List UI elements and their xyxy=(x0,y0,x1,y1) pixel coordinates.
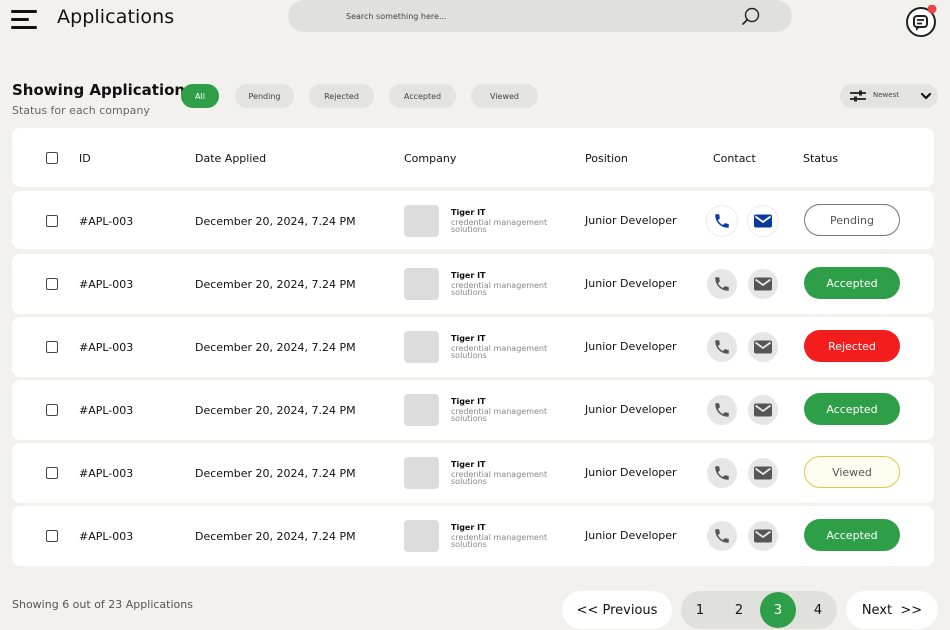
mail-icon[interactable] xyxy=(748,269,778,299)
table-row[interactable]: #APL-003 December 20, 2024, 7.24 PM Tiger … xyxy=(12,317,934,377)
application-id: #APL-003 xyxy=(79,530,134,543)
page-button-2[interactable]: 2 xyxy=(721,592,757,628)
company-description: credential management solutions xyxy=(451,344,548,360)
row-checkbox[interactable] xyxy=(46,341,58,353)
table-row[interactable]: #APL-003 December 20, 2024, 7.24 PM Tiger … xyxy=(12,254,934,314)
company-name: Tiger IT xyxy=(451,334,486,343)
page-button-1[interactable]: 1 xyxy=(682,592,718,628)
phone-icon[interactable] xyxy=(707,521,737,551)
filter-chip-rejected[interactable]: Rejected xyxy=(309,84,374,108)
company-description: credential management solutions xyxy=(451,407,548,423)
company-name: Tiger IT xyxy=(451,271,486,280)
page-button-4[interactable]: 4 xyxy=(800,592,836,628)
filter-chip-all[interactable]: All xyxy=(181,84,219,108)
chat-avatar-icon[interactable] xyxy=(905,5,937,37)
date-applied: December 20, 2024, 7.24 PM xyxy=(195,530,356,543)
company-description: credential management solutions xyxy=(451,533,548,549)
status-badge[interactable]: Rejected xyxy=(804,330,900,362)
menu-icon[interactable] xyxy=(11,9,37,29)
company-name: Tiger IT xyxy=(451,208,486,217)
company-logo xyxy=(404,394,439,426)
date-applied: December 20, 2024, 7.24 PM xyxy=(195,341,356,354)
filter-chip-viewed[interactable]: Viewed xyxy=(471,84,538,108)
mail-icon[interactable] xyxy=(748,206,778,236)
company-logo xyxy=(404,457,439,489)
phone-icon[interactable] xyxy=(707,206,737,236)
company-name: Tiger IT xyxy=(451,523,486,532)
search-bar xyxy=(288,0,792,32)
date-applied: December 20, 2024, 7.24 PM xyxy=(195,404,356,417)
company-name: Tiger IT xyxy=(451,397,486,406)
company-logo xyxy=(404,331,439,363)
column-header-position: Position xyxy=(585,152,628,165)
application-id: #APL-003 xyxy=(79,215,134,228)
filter-chip-pending[interactable]: Pending xyxy=(235,84,294,108)
date-applied: December 20, 2024, 7.24 PM xyxy=(195,467,356,480)
section-subheading: Status for each company xyxy=(12,104,150,117)
row-checkbox[interactable] xyxy=(46,530,58,542)
table-row[interactable]: #APL-003 December 20, 2024, 7.24 PM Tiger … xyxy=(12,191,934,249)
date-applied: December 20, 2024, 7.24 PM xyxy=(195,215,356,228)
application-id: #APL-003 xyxy=(79,404,134,417)
results-summary: Showing 6 out of 23 Applications xyxy=(12,598,193,611)
company-description: credential management solutions xyxy=(451,218,548,234)
company-description: credential management solutions xyxy=(451,281,548,297)
column-header-id: ID xyxy=(79,152,91,165)
section-heading: Showing Application xyxy=(12,81,186,99)
mail-icon[interactable] xyxy=(748,395,778,425)
column-header-date: Date Applied xyxy=(195,152,267,165)
row-checkbox[interactable] xyxy=(46,404,58,416)
company-logo xyxy=(404,520,439,552)
application-id: #APL-003 xyxy=(79,467,134,480)
table-row[interactable]: #APL-003 December 20, 2024, 7.24 PM Tiger … xyxy=(12,443,934,503)
previous-page-button[interactable]: << Previous xyxy=(562,591,672,629)
position-title: Junior Developer xyxy=(585,214,677,227)
sort-dropdown[interactable]: Newest xyxy=(840,84,938,108)
position-title: Junior Developer xyxy=(585,277,677,290)
row-checkbox[interactable] xyxy=(46,467,58,479)
company-logo xyxy=(404,205,439,237)
phone-icon[interactable] xyxy=(707,269,737,299)
application-id: #APL-003 xyxy=(79,278,134,291)
mail-icon[interactable] xyxy=(748,332,778,362)
pagination: 1 2 3 4 xyxy=(681,591,837,629)
mail-icon[interactable] xyxy=(748,521,778,551)
select-all-checkbox[interactable] xyxy=(46,152,58,164)
page-button-3[interactable]: 3 xyxy=(760,592,796,628)
table-row[interactable]: #APL-003 December 20, 2024, 7.24 PM Tiger … xyxy=(12,506,934,566)
column-header-company: Company xyxy=(404,152,457,165)
search-input[interactable] xyxy=(346,8,726,24)
row-checkbox[interactable] xyxy=(46,278,58,290)
sliders-icon xyxy=(850,90,866,102)
next-page-button[interactable]: Next >> xyxy=(846,591,938,629)
column-header-status: Status xyxy=(803,152,839,165)
page-title: Applications xyxy=(57,6,175,28)
phone-icon[interactable] xyxy=(707,458,737,488)
phone-icon[interactable] xyxy=(707,395,737,425)
application-id: #APL-003 xyxy=(79,341,134,354)
table-row[interactable]: #APL-003 December 20, 2024, 7.24 PM Tiger … xyxy=(12,380,934,440)
company-logo xyxy=(404,268,439,300)
row-checkbox[interactable] xyxy=(46,215,58,227)
status-badge[interactable]: Accepted xyxy=(804,519,900,551)
date-applied: December 20, 2024, 7.24 PM xyxy=(195,278,356,291)
search-icon[interactable] xyxy=(740,6,762,28)
status-badge[interactable]: Pending xyxy=(804,204,900,236)
company-name: Tiger IT xyxy=(451,460,486,469)
position-title: Junior Developer xyxy=(585,466,677,479)
filter-chip-accepted[interactable]: Accepted xyxy=(389,84,456,108)
company-description: credential management solutions xyxy=(451,470,548,486)
column-header-contact: Contact xyxy=(713,152,756,165)
phone-icon[interactable] xyxy=(707,332,737,362)
status-badge[interactable]: Accepted xyxy=(804,393,900,425)
mail-icon[interactable] xyxy=(748,458,778,488)
position-title: Junior Developer xyxy=(585,340,677,353)
table-header: ID Date Applied Company Position Contact… xyxy=(12,128,934,187)
position-title: Junior Developer xyxy=(585,403,677,416)
sort-label: Newest xyxy=(873,91,899,99)
status-badge[interactable]: Viewed xyxy=(804,456,900,488)
chevron-down-icon xyxy=(920,92,932,100)
status-badge[interactable]: Accepted xyxy=(804,267,900,299)
position-title: Junior Developer xyxy=(585,529,677,542)
